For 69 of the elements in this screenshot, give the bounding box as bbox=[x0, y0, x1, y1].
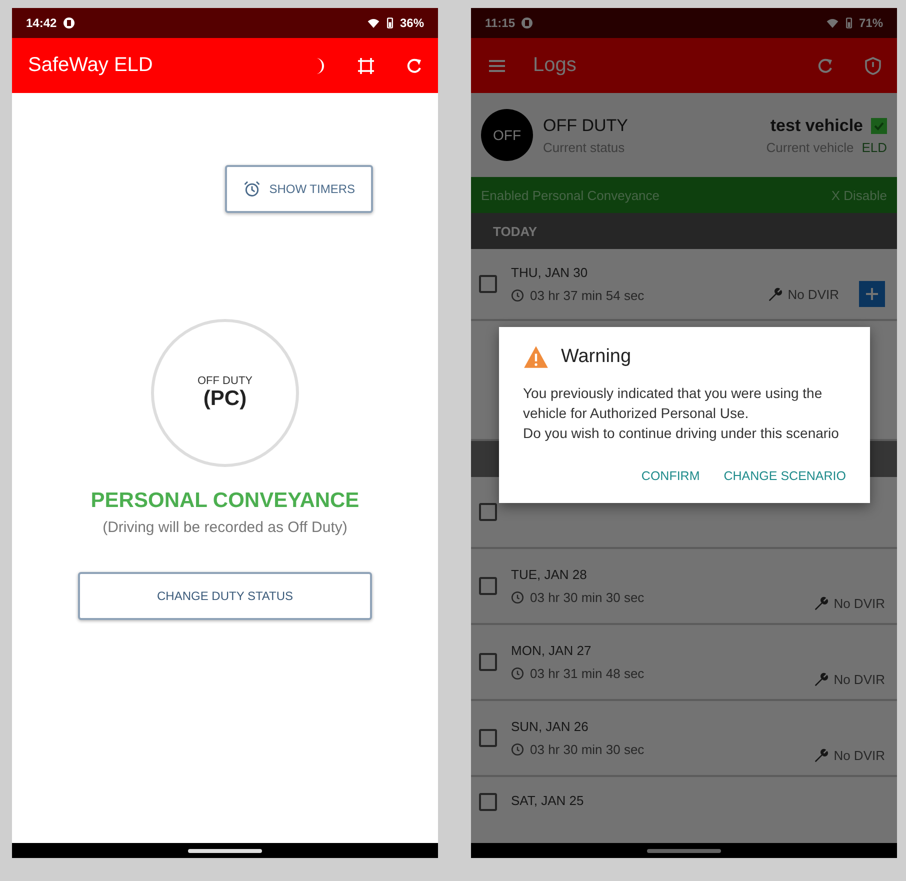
clock-icon bbox=[511, 591, 524, 604]
plus-icon bbox=[866, 288, 878, 300]
clock-icon bbox=[511, 289, 524, 302]
dvir-status: No DVIR bbox=[788, 286, 839, 302]
home-handle[interactable] bbox=[188, 848, 262, 852]
log-duration: 03 hr 37 min 54 sec bbox=[530, 288, 644, 303]
log-date: SAT, JAN 25 bbox=[511, 793, 585, 808]
dialog-button[interactable]: CONFIRM bbox=[641, 463, 700, 489]
log-duration: 03 hr 31 min 48 sec bbox=[530, 666, 644, 681]
status-badge: OFF bbox=[481, 109, 533, 161]
mode-note: (Driving will be recorded as Off Duty) bbox=[102, 519, 348, 536]
wrench-icon bbox=[812, 748, 828, 763]
wifi-icon bbox=[366, 18, 380, 28]
clock-icon bbox=[511, 743, 524, 756]
dialog-title: Warning bbox=[561, 346, 632, 368]
log-duration: 03 hr 30 min 30 sec bbox=[530, 590, 644, 605]
log-date: MON, JAN 27 bbox=[511, 643, 592, 658]
home-handle[interactable] bbox=[647, 848, 721, 852]
checkbox[interactable] bbox=[479, 275, 497, 293]
wifi-icon bbox=[826, 18, 839, 28]
notification-icon bbox=[62, 17, 75, 29]
notification-icon bbox=[521, 17, 534, 29]
dialog-message: You previously indicated that you were using the vehicle for Authorized Personal Use. Do you wish to continue driving under this scenario bbox=[523, 384, 840, 443]
shield-icon[interactable] bbox=[863, 56, 883, 76]
app-title: Logs bbox=[533, 54, 576, 77]
clock-icon bbox=[511, 667, 524, 680]
warning-icon bbox=[523, 345, 549, 369]
battery-percent: 71% bbox=[858, 16, 883, 30]
wrench-icon bbox=[812, 672, 828, 687]
change-duty-status-button[interactable]: CHANGE DUTY STATUS bbox=[78, 572, 372, 620]
battery-icon bbox=[844, 17, 853, 29]
log-date: TUE, JAN 28 bbox=[511, 567, 588, 582]
checkbox[interactable] bbox=[479, 653, 497, 671]
dvir-status: No DVIR bbox=[834, 596, 885, 611]
status-label: OFF DUTY bbox=[198, 375, 252, 387]
banner-text: Enabled Personal Conveyance bbox=[481, 188, 660, 202]
show-timers-button[interactable]: SHOW TIMERS bbox=[225, 165, 373, 213]
checkbox[interactable] bbox=[479, 503, 497, 521]
log-duration: 03 hr 30 min 30 sec bbox=[530, 742, 644, 757]
clock-time: 11:15 bbox=[485, 16, 516, 30]
log-row[interactable]: THU, JAN 30 03 hr 37 min 54 sec No DVIR bbox=[471, 249, 897, 321]
status-text: OFF DUTY bbox=[543, 116, 628, 136]
dvir-status: No DVIR bbox=[834, 748, 885, 763]
dvir-status: No DVIR bbox=[834, 672, 885, 687]
device-label: ELD bbox=[862, 140, 887, 154]
connection-icon bbox=[871, 118, 887, 134]
frame-icon[interactable] bbox=[356, 56, 376, 76]
log-row[interactable]: SAT, JAN 25 bbox=[471, 777, 897, 843]
dialog-button[interactable]: CHANGE SCENARIO bbox=[724, 463, 846, 489]
alarm-clock-icon bbox=[243, 180, 262, 198]
log-row[interactable]: MON, JAN 27 03 hr 31 min 48 sec No DVIR bbox=[471, 625, 897, 701]
log-row[interactable]: SUN, JAN 26 03 hr 30 min 30 sec No DVIR bbox=[471, 701, 897, 777]
status-code: (PC) bbox=[203, 387, 247, 411]
battery-icon bbox=[386, 17, 394, 29]
log-row[interactable]: TUE, JAN 28 03 hr 30 min 30 sec No DVIR bbox=[471, 549, 897, 625]
log-date: SUN, JAN 26 bbox=[511, 719, 590, 734]
wrench-icon bbox=[766, 286, 782, 302]
app-title: SafeWay ELD bbox=[28, 54, 153, 77]
section-header: TODAY bbox=[471, 213, 897, 249]
checkbox[interactable] bbox=[479, 577, 497, 595]
log-date: THU, JAN 30 bbox=[511, 265, 589, 280]
mode-title: PERSONAL CONVEYANCE bbox=[90, 489, 360, 513]
battery-percent: 36% bbox=[400, 16, 424, 30]
checkbox[interactable] bbox=[479, 729, 497, 747]
wrench-icon bbox=[812, 596, 828, 611]
add-button[interactable] bbox=[859, 281, 885, 307]
checkbox[interactable] bbox=[479, 793, 497, 811]
clock-time: 14:42 bbox=[26, 16, 57, 30]
vehicle-name: test vehicle bbox=[770, 116, 863, 136]
